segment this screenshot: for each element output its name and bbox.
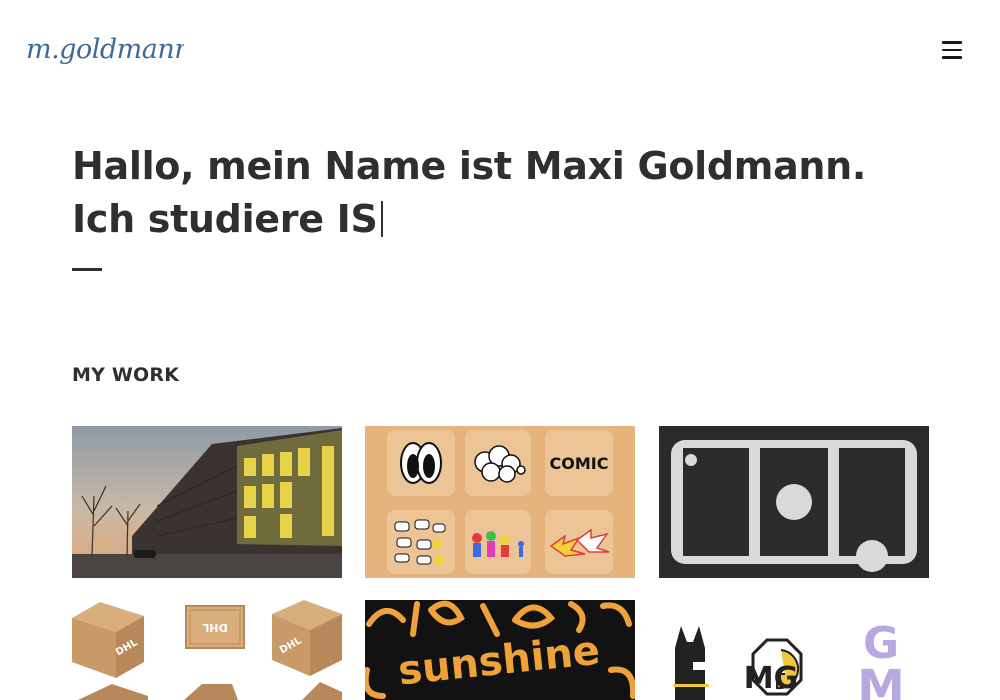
my-work-title: MY WORK (72, 364, 180, 386)
mg-badge-text: MG (744, 661, 798, 696)
work-item-architecture[interactable] (72, 426, 342, 578)
comic-word: COMIC (550, 454, 609, 473)
sunshine-typography: sunshine (365, 600, 635, 700)
hero-line-2: Ich studiere IS (72, 197, 378, 241)
dhl-package-illustrations: DHL DHL DHL (72, 600, 342, 700)
hamburger-menu-icon[interactable] (938, 38, 966, 60)
monogram-logos: MG G M (659, 600, 929, 700)
architecture-photo (72, 426, 342, 578)
comic-stickers: COMIC (365, 426, 635, 578)
typing-caret (380, 201, 383, 237)
hero-divider (72, 268, 102, 271)
gm-stacked-monogram: G M (857, 618, 905, 700)
gm-letter-m: M (857, 660, 905, 700)
work-item-film-strip[interactable] (659, 426, 929, 578)
film-strip-graphic (659, 426, 929, 578)
logo-text: m.goldmann (26, 34, 184, 65)
work-item-monograms[interactable]: MG G M (659, 600, 929, 700)
hero-heading: Hallo, mein Name ist Maxi Goldmann. Ich … (72, 140, 932, 246)
dhl-label-2: DHL (202, 621, 227, 634)
eyes-icon (400, 442, 442, 484)
work-item-sunshine[interactable]: sunshine (365, 600, 635, 700)
logo-signature: m.goldmann (26, 34, 192, 65)
hero-line-1: Hallo, mein Name ist Maxi Goldmann. (72, 144, 867, 188)
site-logo[interactable]: m.goldmann (24, 14, 192, 82)
work-item-dhl-packages[interactable]: DHL DHL DHL (72, 600, 342, 700)
package-box-flat: DHL (185, 605, 245, 649)
work-item-comic[interactable]: COMIC (365, 426, 635, 578)
